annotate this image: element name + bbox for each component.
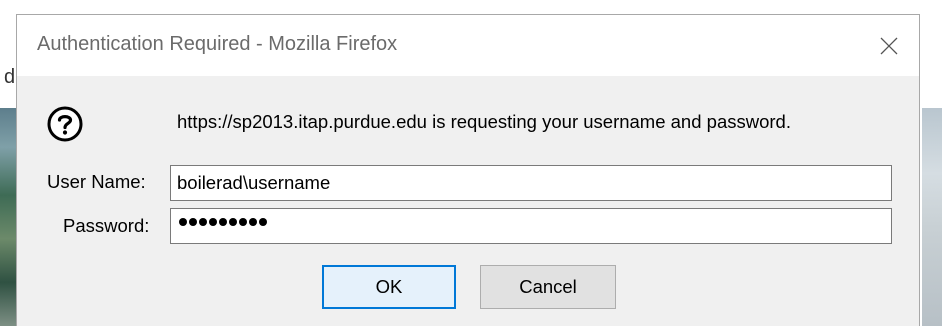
question-icon xyxy=(47,106,83,142)
auth-message: https://sp2013.itap.purdue.edu is reques… xyxy=(177,111,791,132)
username-label: User Name: xyxy=(47,171,146,192)
password-dot xyxy=(209,218,217,226)
password-field[interactable] xyxy=(170,208,892,244)
background-page-right xyxy=(922,108,942,326)
password-dot xyxy=(259,218,267,226)
password-dot xyxy=(239,218,247,226)
auth-dialog: Authentication Required - Mozilla Firefo… xyxy=(16,14,920,326)
password-dot xyxy=(219,218,227,226)
password-dot xyxy=(189,218,197,226)
password-dot xyxy=(199,218,207,226)
cancel-button[interactable]: Cancel xyxy=(480,265,616,309)
title-bar[interactable]: Authentication Required - Mozilla Firefo… xyxy=(17,15,919,76)
password-dot xyxy=(229,218,237,226)
password-dot xyxy=(179,218,187,226)
password-dot xyxy=(249,218,257,226)
close-icon xyxy=(880,37,898,54)
password-mask xyxy=(179,218,267,226)
background-page-text: d xyxy=(4,66,16,88)
username-field[interactable] xyxy=(170,165,892,201)
close-button[interactable] xyxy=(859,15,919,76)
background-page-left xyxy=(0,108,16,326)
window-title: Authentication Required - Mozilla Firefo… xyxy=(37,33,398,55)
password-label: Password: xyxy=(63,215,150,236)
screen: d Authentication Required - Mozilla Fire… xyxy=(0,0,942,326)
ok-button[interactable]: OK xyxy=(322,265,456,309)
